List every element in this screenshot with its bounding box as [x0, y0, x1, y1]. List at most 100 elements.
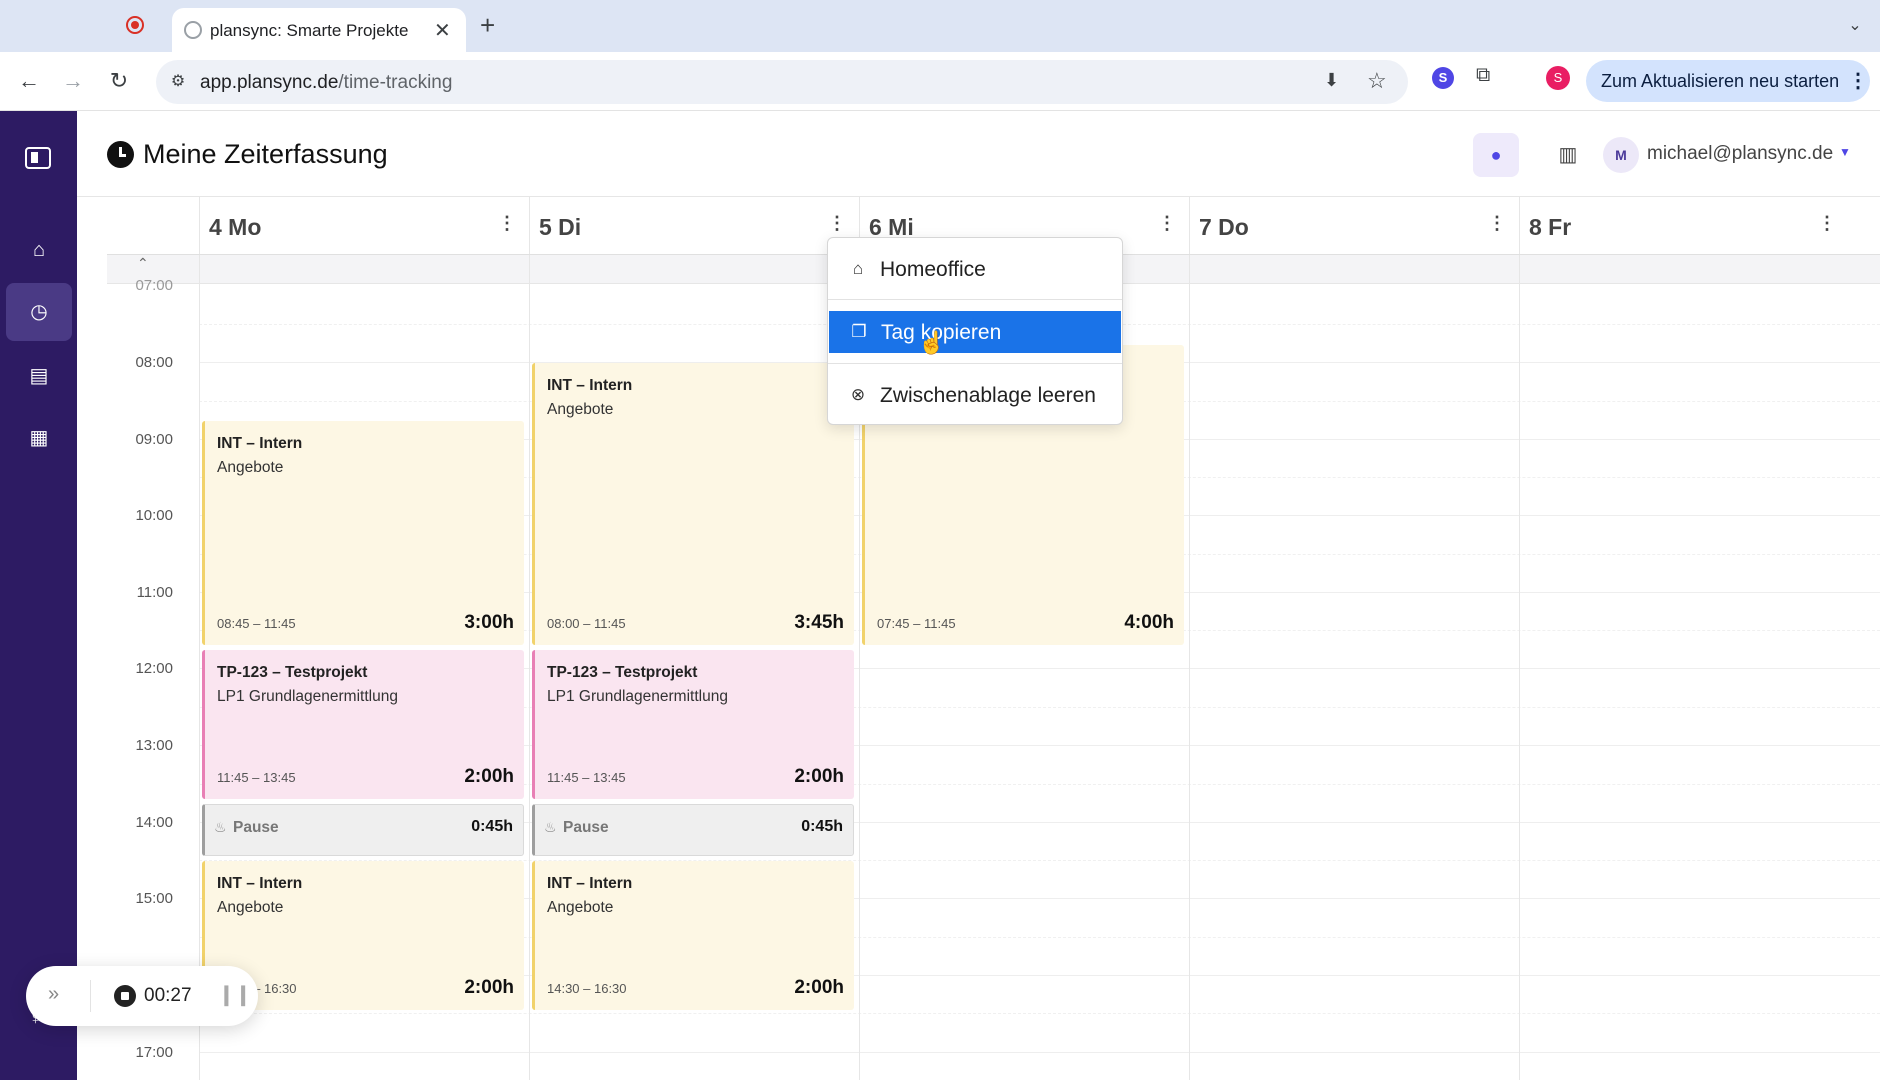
entry-project: TP-123 – Testprojekt [547, 664, 698, 681]
entry-time-range: 11:45 – 13:45 [547, 770, 626, 785]
home-icon: ⌂ [32, 239, 46, 261]
time-entry[interactable]: INT – Intern Angebote 08:45 – 11:45 3:00… [202, 421, 524, 645]
sidebar-item-schedule[interactable]: ▦ [6, 409, 72, 467]
stop-timer-button[interactable] [114, 985, 136, 1007]
time-entry[interactable]: INT – Intern Angebote 14:30 – 16:30 2:00… [532, 861, 854, 1010]
sidebar-toggle-icon[interactable] [25, 147, 51, 169]
entry-task: Angebote [217, 459, 284, 476]
clipboard-icon: ❐ [851, 322, 867, 341]
tab-close-icon[interactable]: ✕ [434, 18, 451, 43]
tab-title: plansync: Smarte Projekte [210, 21, 409, 40]
company-view-button[interactable]: ▥ [1545, 133, 1591, 177]
pause-duration: 0:45h [801, 818, 843, 835]
entry-task: LP1 Grundlagenermittlung [217, 688, 398, 705]
entry-duration: 3:45h [794, 612, 844, 633]
grid-line [199, 1052, 1880, 1053]
hour-label: 08:00 [135, 354, 173, 371]
calendar-icon: ▤ [29, 365, 49, 387]
entry-project: INT – Intern [217, 435, 303, 452]
time-entry[interactable]: TP-123 – Testprojekt LP1 Grundlagenermit… [532, 650, 854, 799]
menu-item-label: Homeoffice [880, 258, 986, 281]
back-icon[interactable]: ← [12, 64, 46, 98]
sidebar-item-calendar[interactable]: ▤ [6, 347, 72, 405]
page-title: Meine Zeiterfassung [143, 139, 388, 169]
new-tab-button[interactable]: + [480, 10, 495, 41]
recording-icon[interactable] [126, 16, 144, 34]
extension-icon[interactable]: S [1432, 67, 1454, 89]
hour-label: 07:00 [135, 277, 173, 294]
entry-duration: 2:00h [794, 766, 844, 787]
menu-item-label: Zwischenablage leeren [880, 384, 1096, 407]
pause-timer-icon[interactable]: ❙❙ [218, 982, 252, 1007]
entry-time-range: 08:00 – 11:45 [547, 616, 626, 631]
browser-menu-icon[interactable]: ⋮ [1848, 68, 1868, 93]
profile-avatar[interactable]: S [1546, 66, 1570, 90]
pause-duration: 0:45h [471, 818, 513, 835]
install-app-icon[interactable]: ⬇ [1324, 70, 1339, 91]
hour-label: 17:00 [135, 1044, 173, 1061]
expand-icon[interactable]: » [48, 983, 59, 1006]
url-text[interactable]: app.plansync.de/time-tracking [200, 72, 452, 94]
person-icon: ● [1490, 145, 1502, 165]
entry-duration: 2:00h [794, 977, 844, 998]
hour-label: 12:00 [135, 660, 173, 677]
day-menu-icon[interactable]: ⋮ [498, 213, 516, 234]
day-header: 4 Mo ⋮ [199, 197, 529, 255]
entry-duration: 2:00h [464, 977, 514, 998]
pointer-cursor-icon: ☝ [918, 330, 946, 355]
pause-label: Pause [563, 819, 609, 836]
chevron-up-icon[interactable]: ⌃ [137, 255, 149, 272]
reload-icon[interactable]: ↻ [102, 64, 136, 98]
update-restart-label: Zum Aktualisieren neu starten [1601, 71, 1840, 91]
circle-x-icon: ⊗ [850, 385, 866, 404]
menu-item-copy-day[interactable]: ❐ Tag kopieren [829, 311, 1121, 353]
app-sidebar: ⌂ ◷ ▤ ▦ ♀ [0, 111, 77, 1080]
browser-tab-bar: plansync: Smarte Projekte ✕ + ⌄ [0, 0, 1880, 52]
browser-toolbar: ← → ↻ ⚙ app.plansync.de/time-tracking ⬇ … [0, 52, 1880, 111]
update-restart-button[interactable]: Zum Aktualisieren neu starten ⋮ [1586, 60, 1870, 102]
elapsed-time: 00:27 [144, 985, 192, 1006]
day-context-menu: ⌂ Homeoffice ❐ Tag kopieren ⊗ Zwischenab… [827, 237, 1123, 425]
menu-item-homeoffice[interactable]: ⌂ Homeoffice [828, 248, 1122, 290]
entry-project: INT – Intern [217, 875, 303, 892]
column-divider [529, 255, 530, 1080]
building-icon: ▥ [1558, 144, 1578, 166]
day-menu-icon[interactable]: ⋮ [1818, 213, 1836, 234]
sidebar-item-time-tracking[interactable]: ◷ [6, 283, 72, 341]
time-entry[interactable]: TP-123 – Testprojekt LP1 Grundlagenermit… [202, 650, 524, 799]
entry-project: TP-123 – Testprojekt [217, 664, 368, 681]
sidebar-item-home[interactable]: ⌂ [6, 221, 72, 279]
user-avatar[interactable]: M [1603, 137, 1639, 173]
extensions-puzzle-icon[interactable]: ⧉ [1476, 64, 1490, 87]
day-header: 8 Fr ⋮ [1519, 197, 1849, 255]
day-menu-icon[interactable]: ⋮ [1158, 213, 1176, 234]
entry-time-range: 11:45 – 13:45 [217, 770, 296, 785]
bookmark-star-icon[interactable]: ☆ [1367, 68, 1387, 94]
site-settings-icon[interactable]: ⚙ [166, 70, 190, 94]
clock-icon: ◷ [30, 301, 48, 323]
day-menu-icon[interactable]: ⋮ [1488, 213, 1506, 234]
hour-label: 13:00 [135, 737, 173, 754]
entry-time-range: 07:45 – 11:45 [877, 616, 956, 631]
personal-view-button[interactable]: ● [1473, 133, 1519, 177]
tab-search-chevron-icon[interactable]: ⌄ [1840, 12, 1870, 42]
entry-task: Angebote [547, 401, 614, 418]
forward-icon[interactable]: → [56, 64, 90, 98]
pause-entry[interactable]: ♨ Pause 0:45h [202, 804, 524, 856]
user-menu-email[interactable]: michael@plansync.de [1647, 143, 1833, 165]
browser-tab[interactable]: plansync: Smarte Projekte ✕ [172, 8, 466, 52]
menu-item-clear-clipboard[interactable]: ⊗ Zwischenablage leeren [828, 374, 1122, 416]
chevron-down-icon[interactable]: ▼ [1839, 145, 1851, 159]
timer-divider [90, 980, 91, 1012]
hour-label: 14:00 [135, 814, 173, 831]
pause-entry[interactable]: ♨ Pause 0:45h [532, 804, 854, 856]
plansync-favicon-icon [184, 21, 202, 39]
column-divider [1519, 255, 1520, 1080]
hour-label: 15:00 [135, 890, 173, 907]
day-menu-icon[interactable]: ⋮ [828, 213, 846, 234]
hour-label: 09:00 [135, 431, 173, 448]
calendar-grid-icon: ▦ [29, 427, 49, 449]
url-path: /time-tracking [338, 72, 453, 93]
address-bar[interactable]: ⚙ app.plansync.de/time-tracking ⬇ ☆ [156, 60, 1408, 104]
time-entry[interactable]: INT – Intern Angebote 08:00 – 11:45 3:45… [532, 363, 854, 645]
